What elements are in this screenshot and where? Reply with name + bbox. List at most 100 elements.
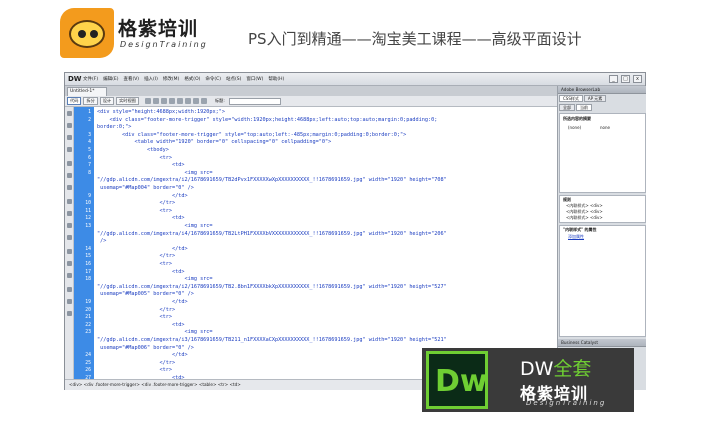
menu-item[interactable]: 文件(F)	[83, 76, 98, 82]
summary-col-2: none	[600, 125, 610, 130]
remove-comment-icon[interactable]	[67, 235, 72, 240]
line-number	[74, 177, 94, 184]
check-browser-icon[interactable]	[192, 98, 199, 104]
dw-course-badge: Dw DW全套 格紫培训 DesignTraining	[422, 348, 634, 412]
line-number: 24	[85, 353, 91, 359]
line-number: 6	[88, 155, 91, 161]
move-css-icon[interactable]	[67, 273, 72, 278]
document-tab[interactable]: Untitled-1*	[67, 87, 107, 96]
line-number: 26	[85, 368, 91, 374]
code-line[interactable]: <tr>	[97, 155, 556, 162]
code-line[interactable]: <tr>	[97, 208, 556, 215]
outdent-icon[interactable]	[67, 299, 72, 304]
code-line[interactable]: <div class="footer-more-trigger" style="…	[97, 117, 556, 124]
code-line[interactable]: border:0;">	[97, 124, 556, 131]
code-line[interactable]: <td>	[97, 269, 556, 276]
maximize-button[interactable]: □	[621, 75, 630, 83]
expand-all-icon[interactable]	[67, 147, 72, 152]
menu-item[interactable]: 窗口(W)	[246, 76, 263, 82]
view-options-icon[interactable]	[168, 98, 175, 104]
code-view-button[interactable]: 代码	[67, 97, 82, 105]
menu-item[interactable]: 编辑(E)	[103, 76, 118, 82]
code-line[interactable]: usemap="#Map004" border="0" />	[97, 185, 556, 192]
recent-snippets-icon[interactable]	[67, 261, 72, 266]
bee-eye-left	[78, 30, 86, 38]
code-line[interactable]: <tbody>	[97, 147, 556, 154]
code-line[interactable]: <div style="height:4688px;width:1920px;"…	[97, 109, 556, 116]
code-line[interactable]: <td>	[97, 215, 556, 222]
highlight-invalid-icon[interactable]	[67, 199, 72, 204]
select-parent-tag-icon[interactable]	[67, 161, 72, 166]
code-line[interactable]: <div class="footer-more-trigger" style="…	[97, 132, 556, 139]
tab-css-styles[interactable]: CSS样式	[559, 95, 583, 102]
business-catalyst-panel-header[interactable]: Business Catalyst	[558, 339, 646, 347]
open-documents-icon[interactable]	[67, 111, 72, 116]
code-text-area[interactable]: <div style="height:4688px;width:1920px;"…	[94, 107, 556, 379]
line-number: 19	[85, 300, 91, 305]
split-view-button[interactable]: 拆分	[83, 97, 98, 105]
browserlab-panel-header[interactable]: Adobe BrowserLab	[558, 86, 646, 94]
menu-bar: DW 文件(F) 编辑(E) 查看(V) 插入(I) 修改(M) 格式(O) 命令(C) 站点…	[65, 73, 645, 86]
code-line[interactable]: "//gdp.alicdn.com/imgextra/i3/1678691659…	[97, 337, 556, 344]
live-view-button[interactable]: 实时视图	[116, 97, 139, 105]
code-line[interactable]: <img src=	[97, 170, 556, 177]
code-line[interactable]: </tr>	[97, 307, 556, 314]
code-line[interactable]: <tr>	[97, 261, 556, 268]
line-numbers-icon[interactable]	[67, 185, 72, 190]
title-input[interactable]	[228, 97, 281, 105]
design-view-button[interactable]: 设计	[99, 97, 115, 105]
code-line[interactable]: </td>	[97, 193, 556, 200]
file-management-icon[interactable]	[200, 98, 207, 104]
globe-icon[interactable]	[152, 98, 159, 104]
menu-item[interactable]: 站点(S)	[226, 76, 241, 82]
code-line[interactable]: </tr>	[97, 253, 556, 260]
visual-aids-icon[interactable]	[176, 98, 183, 104]
menu-item[interactable]: 命令(C)	[205, 76, 221, 82]
code-line[interactable]: <img src=	[97, 223, 556, 230]
code-line[interactable]: </td>	[97, 299, 556, 306]
format-source-icon[interactable]	[67, 311, 72, 316]
summary-col-1: (none)	[568, 125, 582, 130]
tab-current[interactable]: 当前	[576, 104, 592, 111]
code-line[interactable]: usemap="#Map005" border="0" />	[97, 291, 556, 298]
apply-comment-icon[interactable]	[67, 223, 72, 228]
code-line[interactable]: <table width="1920" border="0" cellspaci…	[97, 139, 556, 146]
tab-all[interactable]: 全部	[559, 104, 575, 111]
code-line[interactable]: <tr>	[97, 314, 556, 321]
inspect-icon[interactable]	[144, 98, 151, 104]
rule-row[interactable]: <内联样式> <div>	[566, 215, 603, 221]
refresh-icon[interactable]	[160, 98, 167, 104]
menu-item[interactable]: 插入(I)	[144, 76, 158, 82]
menu-item[interactable]: 格式(O)	[184, 76, 200, 82]
rules-panel: 规则 <内联样式> <div> <内联样式> <div> <内联样式> <div…	[559, 195, 646, 223]
code-line[interactable]: </tr>	[97, 200, 556, 207]
menu-item[interactable]: 帮助(H)	[268, 76, 284, 82]
collapse-tag-icon[interactable]	[67, 123, 72, 128]
collapse-selection-icon[interactable]	[67, 135, 72, 140]
code-line[interactable]: <td>	[97, 322, 556, 329]
code-line[interactable]: />	[97, 238, 556, 245]
add-property-link[interactable]: 添加属性	[568, 234, 584, 240]
code-line[interactable]: "//gdp.alicdn.com/imgextra/i4/1678691659…	[97, 231, 556, 238]
menu-item[interactable]: 查看(V)	[123, 76, 139, 82]
indent-icon[interactable]	[67, 287, 72, 292]
code-line[interactable]: <img src=	[97, 329, 556, 336]
syntax-error-icon[interactable]	[67, 211, 72, 216]
bee-eye-right	[90, 30, 98, 38]
minimize-button[interactable]: _	[609, 75, 618, 83]
balance-braces-icon[interactable]	[67, 173, 72, 178]
menu-item[interactable]: 修改(M)	[163, 76, 179, 82]
validate-icon[interactable]	[184, 98, 191, 104]
bee-face	[69, 20, 105, 48]
code-line[interactable]: "//gdp.alicdn.com/imgextra/i2/1678691659…	[97, 177, 556, 184]
code-line[interactable]: <img src=	[97, 276, 556, 283]
close-button[interactable]: x	[633, 75, 642, 83]
window-controls: _ □ x	[609, 75, 642, 83]
code-line[interactable]: <td>	[97, 162, 556, 169]
line-number: 4	[88, 140, 91, 146]
code-editor[interactable]: <div style="height:4688px;width:1920px;"…	[65, 107, 557, 381]
code-line[interactable]: </td>	[97, 246, 556, 253]
tab-ap-elements[interactable]: AP 元素	[583, 95, 607, 102]
wrap-tag-icon[interactable]	[67, 249, 72, 254]
code-line[interactable]: "//gdp.alicdn.com/imgextra/i2/1678691659…	[97, 284, 556, 291]
